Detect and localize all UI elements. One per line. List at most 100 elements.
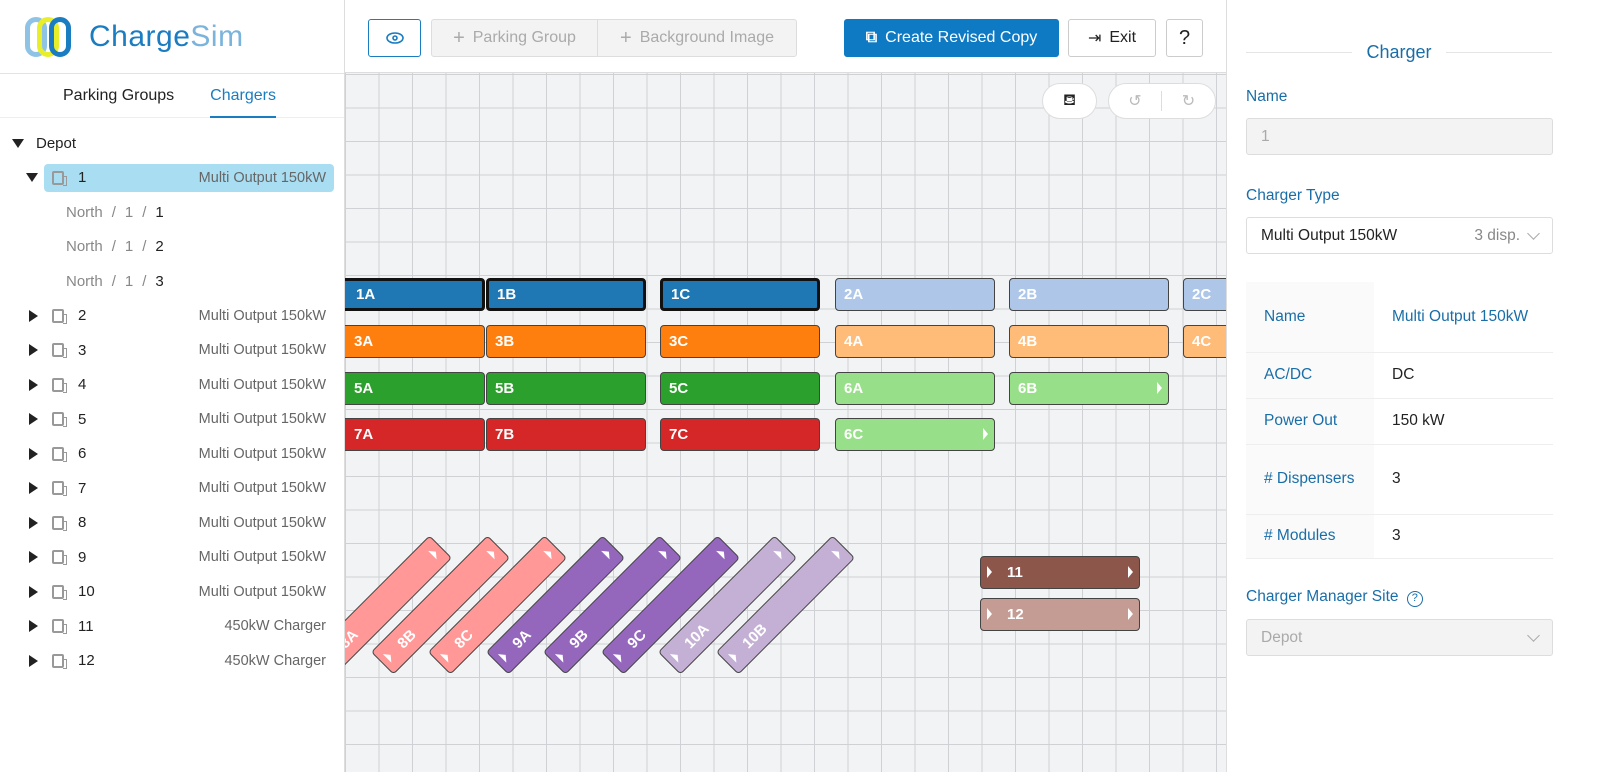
dispenser-block[interactable]: 5C xyxy=(660,372,820,405)
path-segment: 3 xyxy=(155,272,164,290)
charger-pump-icon xyxy=(52,412,67,428)
tree-node-charger[interactable]: 3 Multi Output 150kW xyxy=(0,333,344,368)
detail-value: 3 xyxy=(1374,444,1553,515)
dispenser-block[interactable]: 3C xyxy=(660,325,820,358)
charger-item[interactable]: 9 Multi Output 150kW xyxy=(44,543,334,571)
tree-node-charger[interactable]: 5 Multi Output 150kW xyxy=(0,402,344,437)
tree-node-charger[interactable]: 10 Multi Output 150kW xyxy=(0,575,344,610)
charger-450kw-block[interactable]: 11 xyxy=(980,556,1140,589)
arrow-icon xyxy=(543,547,556,560)
dispenser-block[interactable]: 2A xyxy=(835,278,995,311)
expand-icon[interactable] xyxy=(29,344,38,357)
dispenser-block[interactable]: 7B xyxy=(486,418,646,451)
fill-tool-button[interactable]: ⛾ xyxy=(1042,83,1097,119)
path-segment: 2 xyxy=(155,238,164,256)
tree-node-charger[interactable]: 1 Multi Output 150kW xyxy=(0,161,344,196)
charger-pump-icon xyxy=(52,446,67,462)
dispenser-block[interactable]: 6C xyxy=(835,418,995,451)
expand-icon[interactable] xyxy=(29,551,38,564)
collapse-icon[interactable] xyxy=(12,138,24,148)
tree-node-depot[interactable]: Depot xyxy=(0,126,344,161)
charger-450kw-block[interactable]: 12 xyxy=(980,598,1140,631)
dispenser-label: 5B xyxy=(495,380,515,397)
undo-icon[interactable]: ↺ xyxy=(1109,91,1163,111)
charger-item[interactable]: 8 Multi Output 150kW xyxy=(44,509,334,537)
arrow-icon xyxy=(715,547,728,560)
charger-item[interactable]: 1 Multi Output 150kW xyxy=(44,163,334,192)
expand-icon[interactable] xyxy=(29,378,38,391)
dispenser-block[interactable]: 4A xyxy=(835,325,995,358)
expand-icon[interactable] xyxy=(29,447,38,460)
path-segment: 1 xyxy=(155,203,164,221)
dispenser-block[interactable]: 5B xyxy=(486,372,646,405)
charger-item[interactable]: 5 Multi Output 150kW xyxy=(44,405,334,433)
create-revised-copy-button[interactable]: ⧉ Create Revised Copy xyxy=(844,19,1059,57)
dispenser-block[interactable]: 1A xyxy=(345,278,485,311)
name-input[interactable]: 1 xyxy=(1246,118,1553,155)
tree-node-charger[interactable]: 6 Multi Output 150kW xyxy=(0,437,344,472)
tree-node-charger[interactable]: 2 Multi Output 150kW xyxy=(0,299,344,334)
dispenser-block[interactable]: 2B xyxy=(1009,278,1169,311)
tree-node-charger[interactable]: 7 Multi Output 150kW xyxy=(0,471,344,506)
dispenser-path[interactable]: North / 1 / 3 xyxy=(0,264,344,299)
dispenser-block[interactable]: 3A xyxy=(345,325,485,358)
expand-icon[interactable] xyxy=(29,516,38,529)
charger-item[interactable]: 11 450kW Charger xyxy=(44,612,334,640)
detail-key: # Modules xyxy=(1246,514,1374,559)
charger-manager-site-select[interactable]: Depot xyxy=(1246,619,1553,656)
dispenser-path[interactable]: North / 1 / 2 xyxy=(0,230,344,265)
tree-node-charger[interactable]: 12 450kW Charger xyxy=(0,644,344,679)
add-parking-group-button[interactable]: + Parking Group xyxy=(431,19,598,57)
tree-node-charger[interactable]: 9 Multi Output 150kW xyxy=(0,540,344,575)
path-separator: / xyxy=(142,272,147,290)
dispenser-block[interactable]: 6B xyxy=(1009,372,1169,405)
dispenser-block[interactable]: 6A xyxy=(835,372,995,405)
dispenser-label: 8C xyxy=(451,626,477,653)
dispenser-block[interactable]: 7C xyxy=(660,418,820,451)
expand-icon[interactable] xyxy=(29,482,38,495)
tab-chargers[interactable]: Chargers xyxy=(210,74,276,118)
dispenser-block[interactable]: 3B xyxy=(486,325,646,358)
charger-type-select[interactable]: Multi Output 150kW 3 disp. xyxy=(1246,217,1553,254)
tree-node-charger[interactable]: 11 450kW Charger xyxy=(0,609,344,644)
arrow-icon xyxy=(428,547,441,560)
expand-icon[interactable] xyxy=(29,620,38,633)
expand-icon[interactable] xyxy=(29,309,38,322)
dispenser-block[interactable]: 4C xyxy=(1183,325,1226,358)
dispenser-block[interactable]: 4B xyxy=(1009,325,1169,358)
dispenser-block[interactable]: 5A xyxy=(345,372,485,405)
charger-item[interactable]: 7 Multi Output 150kW xyxy=(44,474,334,502)
tree-node-charger[interactable]: 4 Multi Output 150kW xyxy=(0,368,344,403)
dispenser-block[interactable]: 2C xyxy=(1183,278,1226,311)
view-toggle-button[interactable] xyxy=(368,19,421,57)
collapse-icon[interactable] xyxy=(26,173,38,183)
layout-canvas[interactable]: ⛾ ↺ ↻ 1A 1B 1C 2A 2B 2C 3A 3B 3C 4A 4B 4C 5A 5B 5C 6A 6B… xyxy=(345,73,1226,772)
help-circle-icon[interactable]: ? xyxy=(1406,591,1423,607)
expand-icon[interactable] xyxy=(29,413,38,426)
expand-icon[interactable] xyxy=(29,654,38,667)
add-background-image-button[interactable]: + Background Image xyxy=(597,19,797,57)
chevron-down-icon xyxy=(1527,227,1540,240)
dispenser-path[interactable]: North / 1 / 1 xyxy=(0,195,344,230)
charger-item[interactable]: 3 Multi Output 150kW xyxy=(44,336,334,364)
charger-item[interactable]: 12 450kW Charger xyxy=(44,647,334,675)
charger-item[interactable]: 6 Multi Output 150kW xyxy=(44,440,334,468)
charger-id: 9 xyxy=(78,548,87,566)
charger-item[interactable]: 10 Multi Output 150kW xyxy=(44,578,334,606)
arrow-icon xyxy=(727,650,740,663)
dispenser-label: 1C xyxy=(671,286,691,303)
charger-id: 11 xyxy=(78,617,94,635)
exit-icon: ⇥ xyxy=(1087,30,1102,47)
expand-icon[interactable] xyxy=(29,585,38,598)
help-button[interactable]: ? xyxy=(1166,19,1203,57)
dispenser-block[interactable]: 1C xyxy=(660,278,820,311)
charger-item[interactable]: 4 Multi Output 150kW xyxy=(44,371,334,399)
tab-parking-groups[interactable]: Parking Groups xyxy=(63,74,174,118)
dispenser-block[interactable]: 1B xyxy=(486,278,646,311)
charger-item[interactable]: 2 Multi Output 150kW xyxy=(44,302,334,330)
exit-button[interactable]: ⇥ Exit xyxy=(1068,19,1156,57)
charger-id: 8 xyxy=(78,514,87,532)
tree-node-charger[interactable]: 8 Multi Output 150kW xyxy=(0,506,344,541)
redo-icon[interactable]: ↻ xyxy=(1162,91,1215,111)
dispenser-block[interactable]: 7A xyxy=(345,418,485,451)
